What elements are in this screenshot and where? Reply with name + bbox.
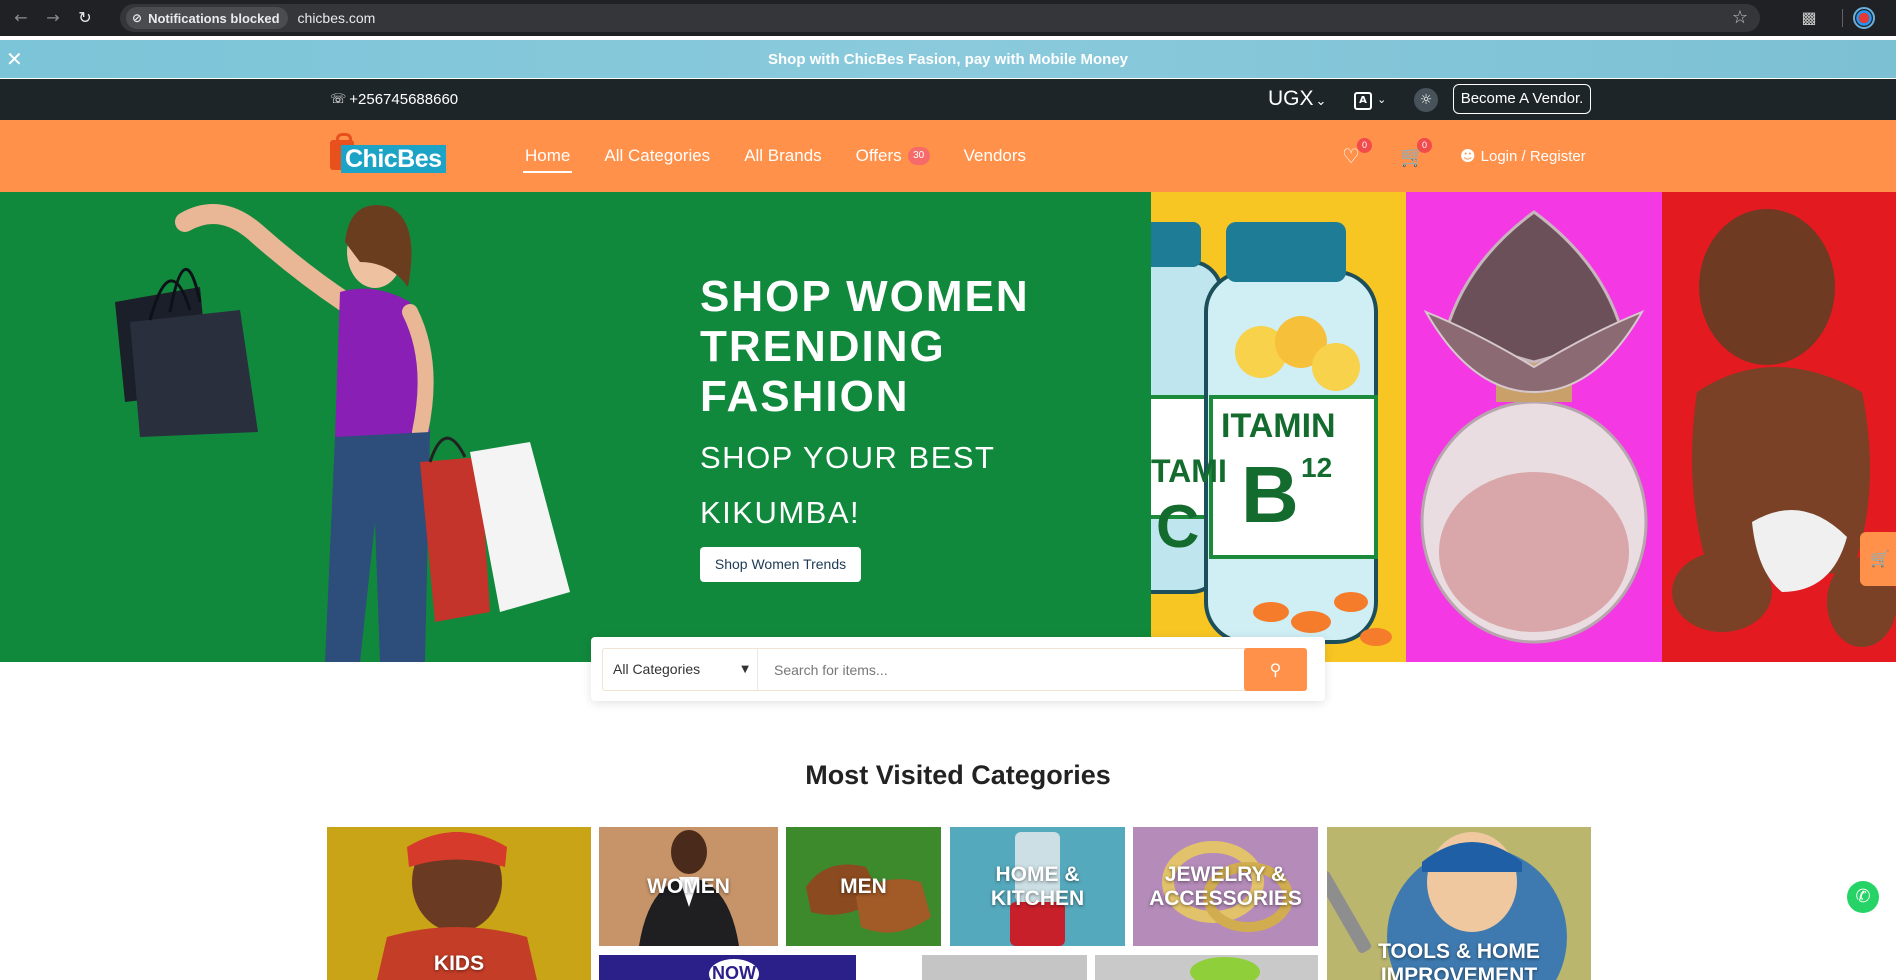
notifications-blocked-chip[interactable]: ⊘ Notifications blocked [126,7,288,29]
category-tile-toys[interactable] [1095,955,1318,980]
category-tile-kids[interactable]: KIDS [327,827,591,980]
vitamin-text-left: TAMI [1151,453,1227,489]
category-label-men: MEN [840,874,887,898]
wishlist-heart-icon[interactable]: ♡ 0 [1340,138,1372,168]
baby-slide[interactable] [1662,192,1896,662]
search-icon: ⚲ [1269,660,1282,679]
currency-selector[interactable]: UGX ⌄ [1268,87,1326,111]
top-bar: ☏ +256745688660 UGX ⌄ A ⌄ ☼ Become A Vend… [0,79,1896,120]
phone-contact[interactable]: ☏ +256745688660 [330,91,458,108]
category-tile-men[interactable]: MEN [786,827,941,946]
bookmark-star-icon[interactable]: ☆ [1720,4,1760,32]
vitamin-12-text: 12 [1301,452,1332,483]
perfume-slide[interactable] [1406,192,1662,662]
category-tile-beauty[interactable] [922,955,1087,980]
cart-icon[interactable]: 🛒 0 [1400,138,1432,168]
category-tile-women[interactable]: WOMEN [599,827,778,946]
nav-actions: ♡ 0 🛒 0 ☻ Login / Register [1340,120,1586,192]
hero-subtitle: SHOP YOUR BEST KIKUMBA! [700,440,995,530]
login-register-label: Login / Register [1480,147,1586,165]
chevron-down-icon: ⌄ [1377,93,1387,106]
user-icon: ☻ [1460,147,1476,165]
shop-women-trends-button[interactable]: Shop Women Trends [700,547,861,582]
vitamin-c-letter: C [1156,493,1199,560]
category-label-women: WOMEN [647,874,730,898]
wishlist-count-badge: 0 [1357,138,1372,153]
category-label-jewelry: JEWELRY & ACCESSORIES [1149,862,1302,910]
offers-count-badge: 30 [907,147,930,165]
phone-number: +256745688660 [349,91,459,108]
bell-off-icon: ⊘ [132,11,143,25]
profile-avatar[interactable] [1853,7,1875,29]
category-tile-tools[interactable]: TOOLS & HOME IMPROVEMENT [1327,827,1591,980]
nav-links: Home All Categories All Brands Offers 30… [522,120,1060,192]
category-dropdown[interactable]: All Categories ▼ [603,649,758,690]
chicbes-logo[interactable]: ChicBes [327,133,459,179]
back-icon[interactable]: ← [10,7,32,29]
whatsapp-chat-icon[interactable]: ✆ [1847,881,1879,913]
theme-toggle-icon[interactable]: ☼ [1414,88,1438,112]
vitamin-b-letter: B [1241,450,1299,539]
translate-icon: A [1354,92,1372,110]
url-text[interactable]: chicbes.com [298,10,376,26]
main-navigation: ChicBes Home All Categories All Brands O… [0,120,1896,192]
hero-main-slide[interactable]: SHOP WOMEN TRENDING FASHION SHOP YOUR BE… [0,192,1151,662]
chevron-down-icon: ⌄ [1315,94,1327,109]
phone-icon: ☏ [330,92,347,107]
search-bar: All Categories ▼ ⚲ [591,637,1325,701]
forward-icon[interactable]: → [42,7,64,29]
category-tile-health[interactable]: NOW [599,955,856,980]
hero-title: SHOP WOMEN TRENDING FASHION [700,272,1030,421]
perfume-bottle-image [1420,210,1648,644]
nav-offers[interactable]: Offers 30 [856,141,930,171]
hero-banner: SHOP WOMEN TRENDING FASHION SHOP YOUR BE… [0,192,1896,662]
baby-image [1672,209,1896,647]
vitamins-slide[interactable]: TAMI C ITAMIN B 12 [1151,192,1406,662]
browser-toolbar: ← → ↻ ⊘ Notifications blocked chicbes.co… [0,0,1896,36]
category-tile-partial[interactable] [864,955,914,980]
woman-shopping-image [115,204,570,662]
login-register-link[interactable]: ☻ Login / Register [1460,147,1586,165]
logo-wordmark: ChicBes [341,145,446,173]
categories-section-title: Most Visited Categories [805,760,1111,790]
nav-all-categories[interactable]: All Categories [604,141,710,171]
reload-icon[interactable]: ↻ [74,7,96,29]
toolbar-divider [1842,9,1843,27]
category-tile-home-kitchen[interactable]: HOME & KITCHEN [950,827,1125,946]
promo-text: Shop with ChicBes Fasion, pay with Mobil… [767,50,1129,68]
now-brand-text: NOW [709,959,759,980]
nav-vendors[interactable]: Vendors [964,141,1026,171]
address-bar[interactable]: ⊘ Notifications blocked chicbes.com ☆ [120,4,1760,32]
search-inner: All Categories ▼ ⚲ [602,648,1307,691]
vitamin-text-right: ITAMIN [1221,407,1336,445]
category-dropdown-value: All Categories [613,661,701,677]
nav-home[interactable]: Home [522,141,573,173]
toy-image [1190,957,1260,980]
currency-label: UGX [1268,87,1314,110]
search-input[interactable] [758,649,1244,690]
language-selector[interactable]: A ⌄ [1354,88,1390,110]
category-tile-jewelry[interactable]: JEWELRY & ACCESSORIES [1133,827,1318,946]
search-button[interactable]: ⚲ [1244,648,1307,691]
caret-down-icon: ▼ [741,664,749,675]
category-label-kids: KIDS [433,951,485,975]
cart-count-badge: 0 [1417,138,1432,153]
category-label-home-kitchen: HOME & KITCHEN [990,862,1085,910]
nav-all-brands[interactable]: All Brands [744,141,821,171]
category-label-tools: TOOLS & HOME IMPROVEMENT [1378,939,1540,980]
become-vendor-button[interactable]: Become A Vendor. [1453,84,1591,114]
extensions-icon[interactable]: ▩ [1798,7,1820,29]
close-icon[interactable]: ✕ [6,48,23,70]
floating-cart-tab-icon[interactable]: 🛒 [1860,532,1896,586]
nav-offers-label: Offers [855,146,902,165]
notifications-blocked-label: Notifications blocked [148,10,280,26]
promo-banner: ✕ Shop with ChicBes Fasion, pay with Mob… [0,40,1896,78]
vitamin-bottles-image: TAMI C ITAMIN B 12 [1151,222,1392,646]
